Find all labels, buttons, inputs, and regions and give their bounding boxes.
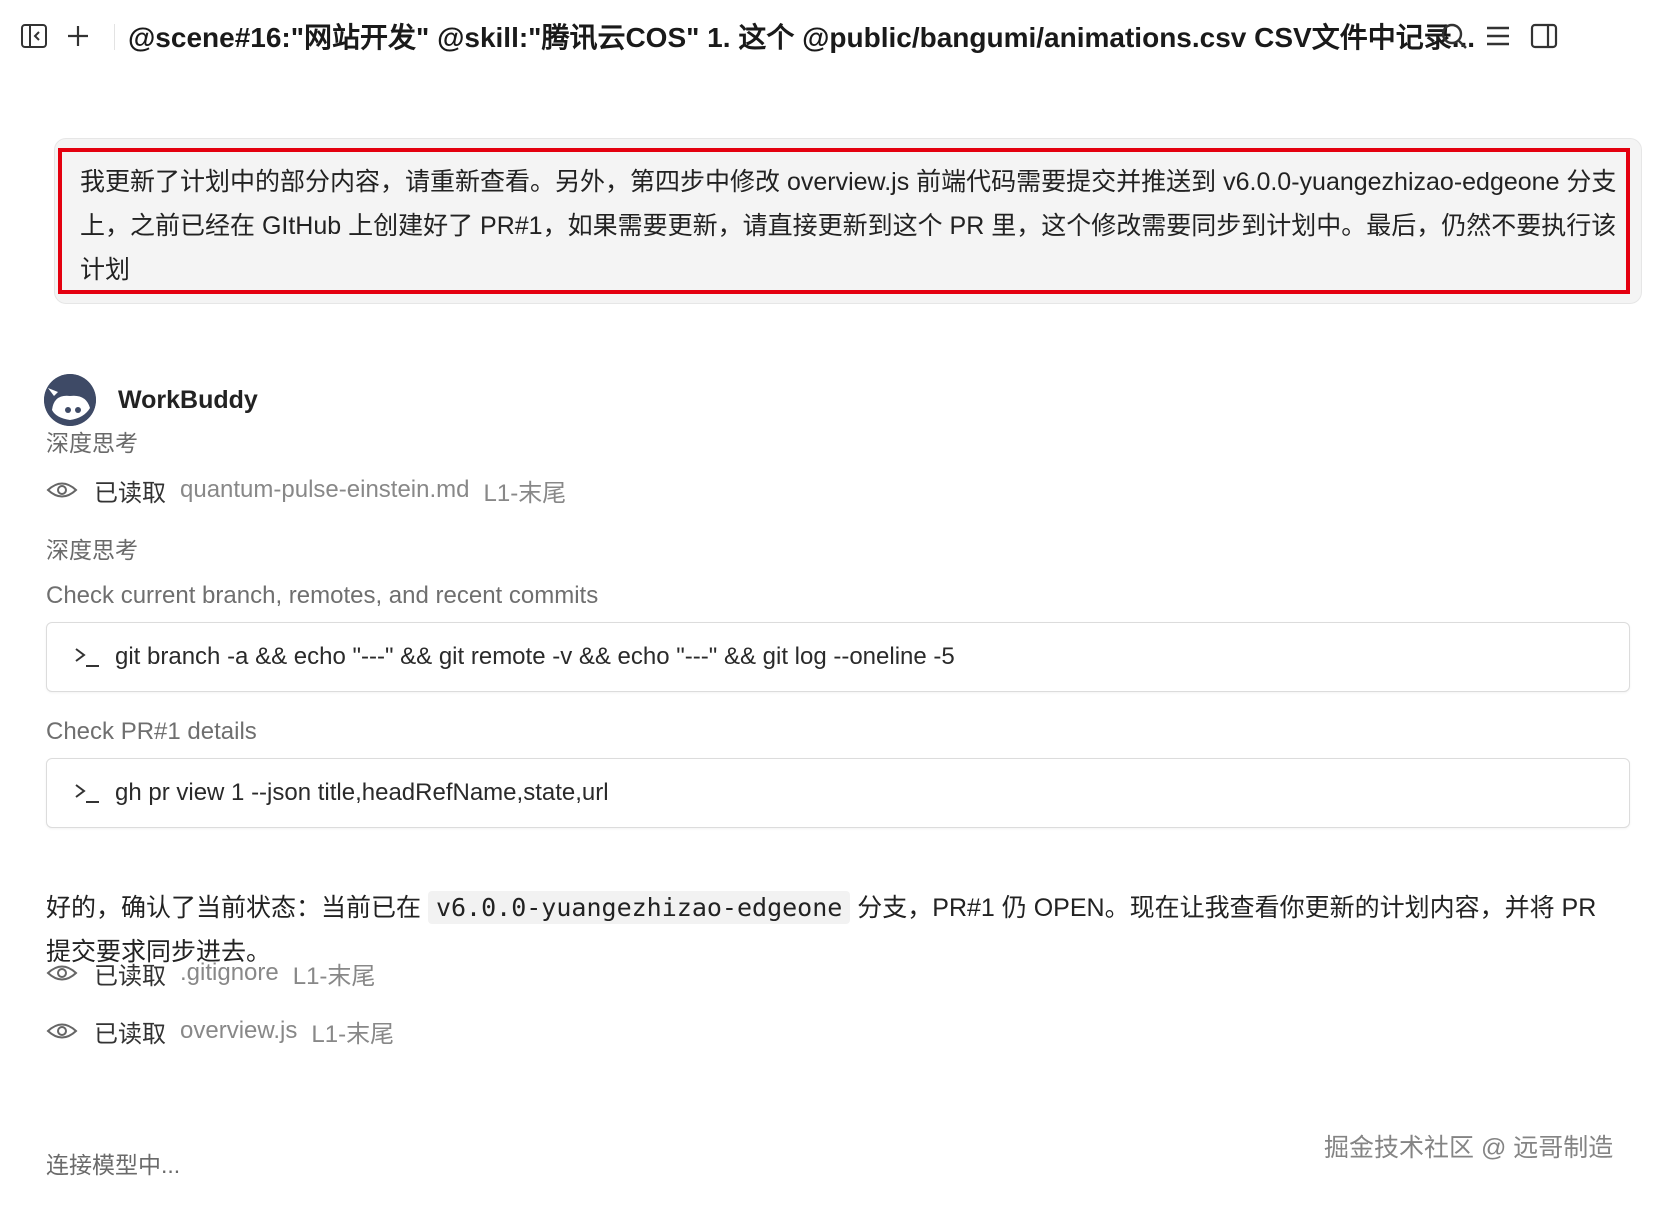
command-text: gh pr view 1 --json title,headRefName,st…	[115, 779, 609, 806]
read-label: 已读取	[94, 479, 166, 507]
bot-name: WorkBuddy	[118, 385, 258, 414]
read-range: L1-末尾	[311, 1020, 395, 1048]
top-bar: @scene#16:"网站开发" @skill:"腾讯云COS" 1. 这个 @…	[0, 0, 1666, 74]
step-title: Check PR#1 details	[46, 718, 257, 745]
read-range: L1-末尾	[483, 479, 567, 507]
read-label: 已读取	[94, 1020, 166, 1048]
side-panel-icon[interactable]	[1526, 18, 1562, 54]
eye-icon	[46, 482, 78, 498]
terminal-prompt-icon	[75, 648, 99, 667]
read-file-name: quantum-pulse-einstein.md	[180, 476, 470, 503]
conversation-title: @scene#16:"网站开发" @skill:"腾讯云COS" 1. 这个 @…	[128, 22, 1476, 53]
read-file-row[interactable]: 已读取 .gitignore L1-末尾	[46, 955, 375, 991]
new-chat-icon[interactable]	[60, 18, 96, 54]
eye-icon	[46, 1023, 78, 1039]
user-message-text: 我更新了计划中的部分内容，请重新查看。另外，第四步中修改 overview.js…	[80, 168, 1617, 284]
step-title: Check current branch, remotes, and recen…	[46, 582, 599, 609]
read-range: L1-末尾	[292, 962, 376, 990]
connecting-status: 连接模型中...	[46, 1152, 181, 1178]
command-block[interactable]: gh pr view 1 --json title,headRefName,st…	[46, 758, 1630, 828]
read-file-name: overview.js	[180, 1017, 298, 1044]
command-text: git branch -a && echo "---" && git remot…	[115, 643, 955, 670]
search-icon[interactable]	[1436, 18, 1472, 54]
watermark: 掘金技术社区 @ 远哥制造	[1324, 1134, 1614, 1162]
eye-icon	[46, 965, 78, 981]
read-file-name: .gitignore	[180, 959, 279, 986]
bot-header: WorkBuddy	[44, 374, 258, 426]
bot-avatar	[44, 374, 96, 426]
command-block[interactable]: git branch -a && echo "---" && git remot…	[46, 622, 1630, 692]
menu-icon[interactable]	[1480, 18, 1516, 54]
thinking-toggle[interactable]: 深度思考	[46, 531, 138, 565]
branch-code: v6.0.0-yuangezhizao-edgeone	[427, 891, 851, 924]
read-file-row[interactable]: 已读取 quantum-pulse-einstein.md L1-末尾	[46, 472, 566, 508]
read-label: 已读取	[94, 962, 166, 990]
read-file-row[interactable]: 已读取 overview.js L1-末尾	[46, 1013, 394, 1049]
topbar-divider	[114, 24, 115, 50]
sidebar-toggle-icon[interactable]	[16, 18, 52, 54]
thinking-toggle[interactable]: 深度思考	[46, 424, 138, 458]
reply-text-before: 好的，确认了当前状态：当前已在	[46, 894, 428, 922]
terminal-prompt-icon	[75, 784, 99, 803]
